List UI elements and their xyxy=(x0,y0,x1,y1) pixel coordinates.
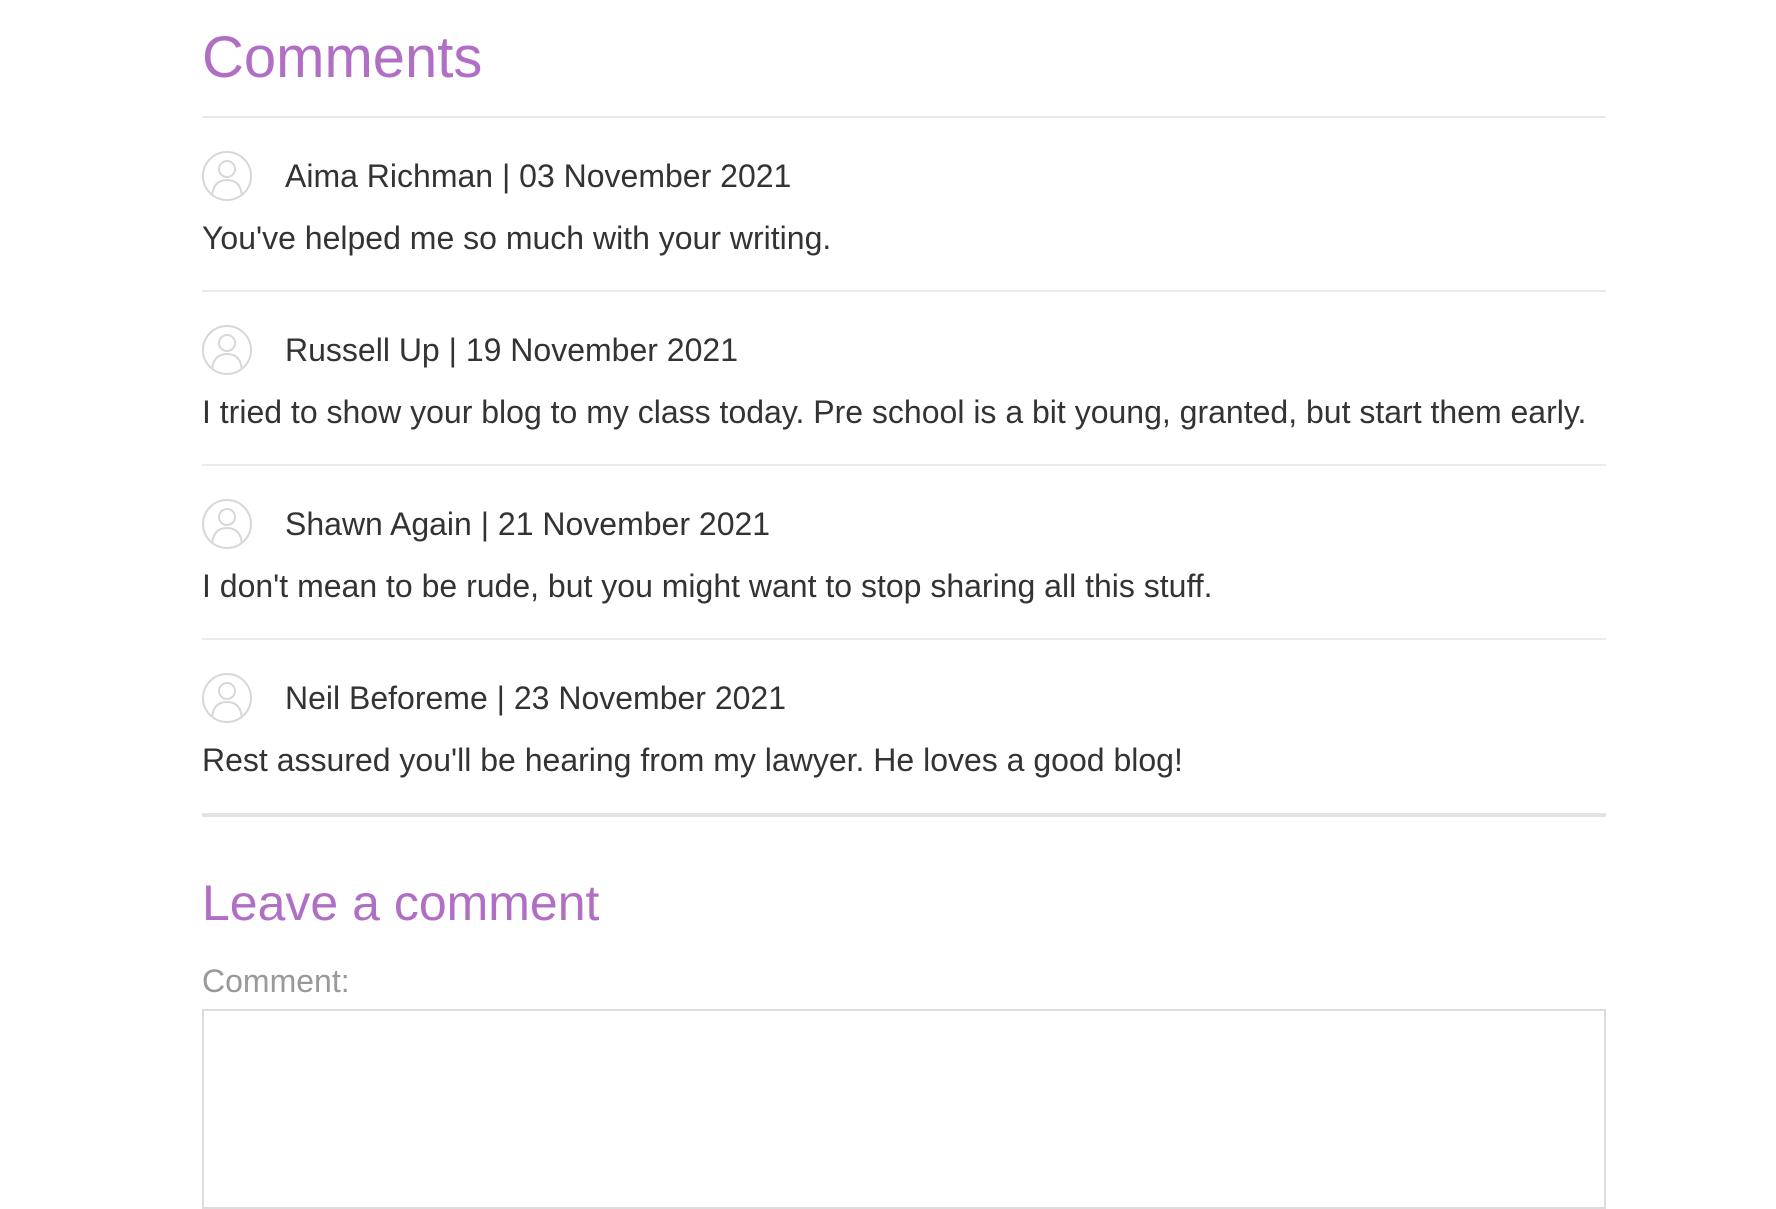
comment-meta: Russell Up | 19 November 2021 xyxy=(202,324,738,376)
comment-text: Rest assured you'll be hearing from my l… xyxy=(202,742,1183,778)
leave-comment-heading: Leave a comment xyxy=(202,875,600,931)
comment-author-date: Aima Richman | 03 November 2021 xyxy=(285,157,792,194)
comment-author-date: Neil Beforeme | 23 November 2021 xyxy=(285,679,787,716)
comment-meta: Aima Richman | 03 November 2021 xyxy=(202,150,791,202)
comment-item: Aima Richman | 03 November 2021 You've h… xyxy=(202,118,1606,292)
comment-author-date: Shawn Again | 21 November 2021 xyxy=(285,505,771,542)
user-avatar-icon xyxy=(202,325,252,375)
comment-item: Russell Up | 19 November 2021 I tried to… xyxy=(202,292,1606,466)
comment-text: I tried to show your blog to my class to… xyxy=(202,394,1587,430)
user-avatar-icon xyxy=(202,673,252,723)
comment-item: Neil Beforeme | 23 November 2021 Rest as… xyxy=(202,640,1606,817)
comments-heading: Comments xyxy=(202,0,1606,118)
comment-textarea[interactable] xyxy=(202,1009,1606,1209)
comment-meta: Shawn Again | 21 November 2021 xyxy=(202,498,770,550)
comment-text: I don't mean to be rude, but you might w… xyxy=(202,568,1213,604)
comment-item: Shawn Again | 21 November 2021 I don't m… xyxy=(202,466,1606,640)
page-content: Comments Aima Richman | 03 November 2021… xyxy=(202,0,1606,1209)
user-avatar-icon xyxy=(202,151,252,201)
comment-text: You've helped me so much with your writi… xyxy=(202,220,832,256)
user-avatar-icon xyxy=(202,499,252,549)
comment-field-label: Comment: xyxy=(202,963,350,999)
comment-author-date: Russell Up | 19 November 2021 xyxy=(285,331,738,368)
comment-meta: Neil Beforeme | 23 November 2021 xyxy=(202,672,786,724)
